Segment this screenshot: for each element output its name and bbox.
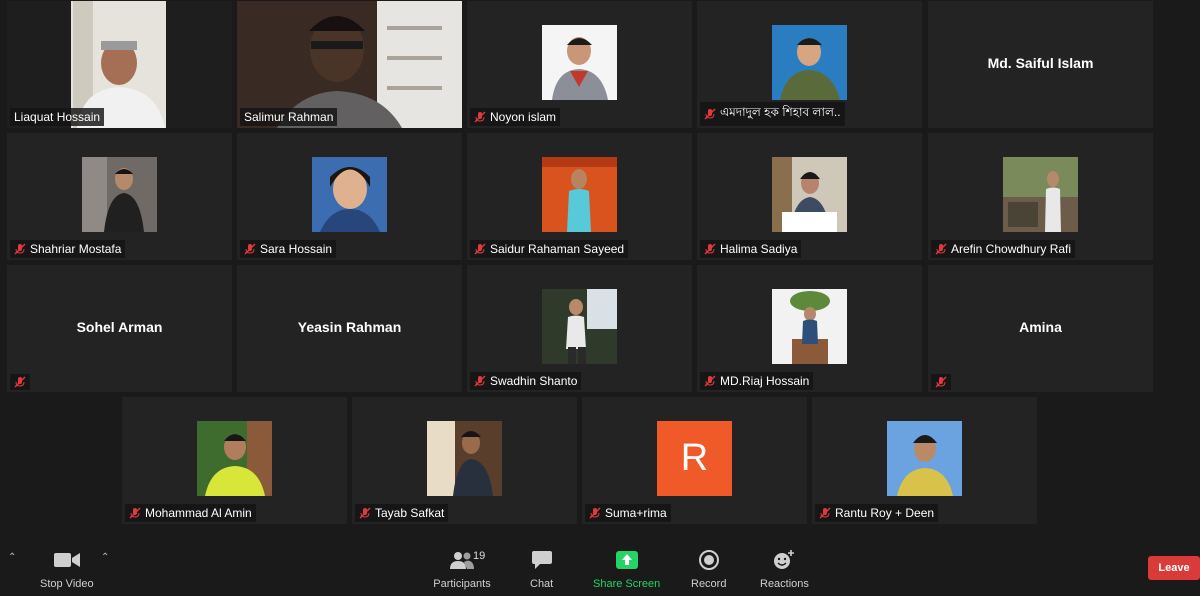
muted-mic-icon [935,243,947,255]
profile-photo [772,25,847,100]
muted-mic-icon [819,507,831,519]
profile-photo [197,421,272,496]
participant-tile[interactable]: Arefin Chowdhury Rafi [928,133,1153,260]
muted-mic-icon [704,375,716,387]
muted-mic-icon [244,243,256,255]
name-label: Saidur Rahaman Sayeed [470,240,629,258]
name-label: Suma+rima [585,504,671,522]
muted-mic-icon [474,243,486,255]
share-screen-button[interactable]: Share Screen [593,548,660,590]
name-label [931,374,951,390]
muted-mic-icon [589,507,601,519]
share-screen-icon [615,548,638,572]
profile-photo [542,289,617,364]
name-label: Rantu Roy + Deen [815,504,939,522]
muted-mic-icon [704,243,716,255]
profile-photo [772,157,847,232]
participant-tile[interactable]: Rantu Roy + Deen [812,397,1037,524]
name-label: Halima Sadiya [700,240,802,258]
participant-tile[interactable]: Halima Sadiya [697,133,922,260]
audio-options-chevron-up-icon[interactable]: ⌃ [8,552,16,563]
muted-mic-icon [935,376,947,388]
emoji-plus-icon [773,548,795,572]
profile-photo [542,25,617,100]
muted-mic-icon [14,376,26,388]
participant-tile[interactable]: Md. Saiful Islam [928,1,1153,128]
name-label: Sara Hossain [240,240,337,258]
video-options-chevron-up-icon[interactable]: ⌃ [101,552,109,563]
participant-name-display: Yeasin Rahman [297,319,402,335]
muted-mic-icon [14,243,26,255]
reactions-button[interactable]: Reactions [760,548,809,590]
chat-button[interactable]: Chat [530,548,553,590]
participant-tile[interactable]: Yeasin Rahman [237,265,462,392]
participant-tile[interactable]: Mohammad Al Amin [122,397,347,524]
profile-photo [1003,157,1078,232]
profile-photo [772,289,847,364]
name-label: Tayab Safkat [355,504,449,522]
name-label: Swadhin Shanto [470,372,582,390]
participant-tile[interactable]: Noyon islam [467,1,692,128]
muted-mic-icon [704,108,716,120]
profile-photo [427,421,502,496]
initial-avatar: R [657,421,732,496]
record-button[interactable]: Record [691,548,726,590]
name-label [10,374,30,390]
name-label: এমদাদুল হক শিহাব লাল.. [700,102,845,126]
participant-name-display: Sohel Arman [76,319,163,335]
muted-mic-icon [474,111,486,123]
record-icon [698,548,719,572]
participants-button[interactable]: 19 Participants [433,548,491,590]
video-camera-icon [53,548,80,572]
participant-tile-active-speaker[interactable]: Salimur Rahman [237,1,462,128]
meeting-toolbar: ⌃ Stop Video ⌃ 19 Participants Chat Shar… [0,540,1200,596]
participant-tile[interactable]: এমদাদুল হক শিহাব লাল.. [697,1,922,128]
participant-tile[interactable]: Saidur Rahaman Sayeed [467,133,692,260]
participant-tile[interactable]: Liaquat Hossain [7,1,232,128]
muted-mic-icon [474,375,486,387]
stop-video-button[interactable]: Stop Video [40,548,94,590]
name-label: Noyon islam [470,108,561,126]
participants-count: 19 [473,550,486,562]
participant-tile[interactable]: MD.Riaj Hossain [697,265,922,392]
participant-tile[interactable]: Amina [928,265,1153,392]
leave-button[interactable]: Leave [1148,556,1200,580]
profile-photo [312,157,387,232]
name-label: Mohammad Al Amin [125,504,256,522]
participant-tile[interactable]: Swadhin Shanto [467,265,692,392]
participants-icon: 19 [433,548,491,572]
participant-tile[interactable]: Sara Hossain [237,133,462,260]
profile-photo [542,157,617,232]
profile-photo [82,157,157,232]
participant-tile[interactable]: Shahriar Mostafa [7,133,232,260]
name-label: Liaquat Hossain [10,108,105,126]
profile-photo [887,421,962,496]
name-label: MD.Riaj Hossain [700,372,814,390]
participant-tile[interactable]: R Suma+rima [582,397,807,524]
participant-name-display: Md. Saiful Islam [987,55,1094,71]
muted-mic-icon [359,507,371,519]
muted-mic-icon [129,507,141,519]
participant-name-display: Amina [1019,319,1062,335]
participant-tile[interactable]: Tayab Safkat [352,397,577,524]
name-label: Arefin Chowdhury Rafi [931,240,1076,258]
participant-tile[interactable]: Sohel Arman [7,265,232,392]
name-label: Salimur Rahman [240,108,338,126]
chat-icon [531,548,552,572]
name-label: Shahriar Mostafa [10,240,126,258]
